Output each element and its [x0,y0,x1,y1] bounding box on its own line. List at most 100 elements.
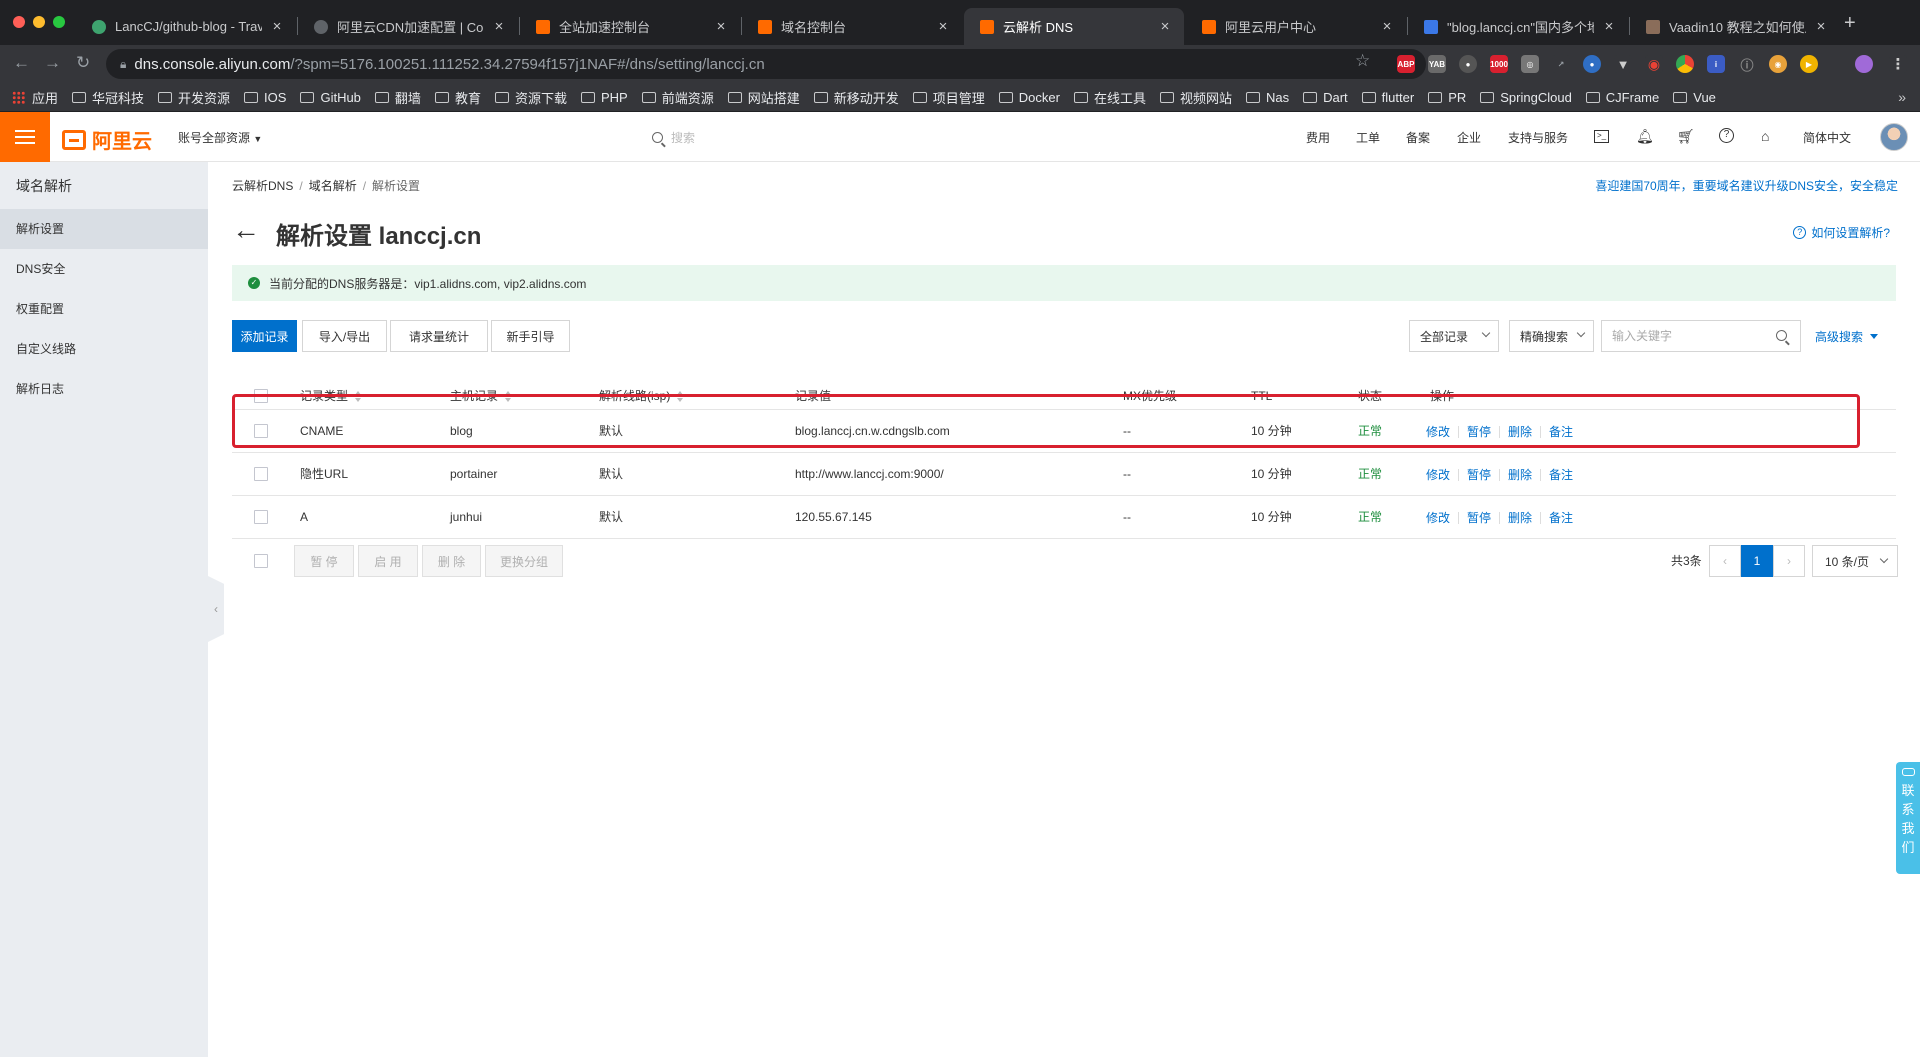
batch-pause-button[interactable]: 暂 停 [294,545,354,577]
pause-link[interactable]: 暂停 [1467,423,1491,440]
sidebar-item-custom-lines[interactable]: 自定义线路 [0,329,208,369]
bookmark-folder[interactable]: 华冠科技 [72,88,144,107]
help-icon[interactable]: ? [1719,128,1734,143]
remark-link[interactable]: 备注 [1549,466,1573,483]
bookmark-folder[interactable]: 翻墙 [374,88,421,107]
address-bar[interactable]: 🔒︎ dns.console.aliyun.com/?spm=5176.1002… [106,49,1426,79]
breadcrumb-item[interactable]: 云解析DNS [232,179,293,193]
page-number-button[interactable]: 1 [1741,545,1773,577]
extension-icon[interactable]: i [1707,55,1725,73]
global-search[interactable]: 搜索 [652,129,695,146]
sort-icon[interactable] [677,391,684,403]
bookmark-folder[interactable]: Nas [1245,90,1289,105]
new-tab-icon[interactable]: + [1844,12,1856,35]
remark-link[interactable]: 备注 [1549,509,1573,526]
sort-icon[interactable] [505,391,512,403]
browser-tab-active[interactable]: 云解析 DNS × [964,8,1184,45]
bookmark-folder[interactable]: Docker [998,90,1060,105]
aliyun-logo[interactable]: 阿里云 [62,125,152,154]
footer-select-all-checkbox[interactable] [254,554,268,568]
home-icon[interactable]: ⌂ [1761,128,1769,144]
close-tab-icon[interactable]: × [936,18,950,35]
close-tab-icon[interactable]: × [1158,18,1172,35]
extension-icon[interactable]: ◎ [1521,55,1539,73]
bookmark-folder[interactable]: PHP [580,90,628,105]
pause-link[interactable]: 暂停 [1467,509,1491,526]
cart-icon[interactable]: 🛒︎ [1677,128,1695,145]
bell-icon[interactable]: 🔔︎ [1636,128,1654,145]
pause-link[interactable]: 暂停 [1467,466,1491,483]
menu-dots-icon[interactable]: ⋮ [1889,55,1907,73]
extension-icon[interactable]: ● [1583,55,1601,73]
close-tab-icon[interactable]: × [714,18,728,35]
nav-link-enterprise[interactable]: 企业 [1457,129,1481,146]
browser-tab[interactable]: 全站加速控制台 × [520,8,740,45]
browser-tab[interactable]: "blog.lanccj.cn"国内多个地 × [1408,8,1628,45]
batch-enable-button[interactable]: 启 用 [358,545,418,577]
column-header-host[interactable]: 主机记录 [450,367,512,410]
nav-link-support[interactable]: 支持与服务 [1508,129,1568,146]
close-tab-icon[interactable]: × [1380,18,1394,35]
close-tab-icon[interactable]: × [270,18,284,35]
edit-link[interactable]: 修改 [1426,509,1450,526]
bookmark-folder[interactable]: flutter [1361,90,1414,105]
sidebar-item-dns-security[interactable]: DNS安全 [0,249,208,289]
contact-us-tab[interactable]: 联 系 我 们 [1896,762,1920,874]
bookmark-folder[interactable]: 新移动开发 [813,88,899,107]
delete-link[interactable]: 删除 [1508,509,1532,526]
back-arrow-icon[interactable]: ← [13,53,30,73]
forward-arrow-icon[interactable]: → [44,53,61,73]
delete-link[interactable]: 删除 [1508,423,1532,440]
yab-extension-icon[interactable]: YAB [1428,55,1446,73]
close-window-button[interactable] [13,16,25,28]
vue-devtools-icon[interactable]: ▼ [1614,55,1632,73]
prev-page-button[interactable]: ‹ [1709,545,1741,577]
row-checkbox[interactable] [254,510,268,524]
howto-help-link[interactable]: ? 如何设置解析? [1793,224,1890,241]
maximize-window-button[interactable] [53,16,65,28]
select-all-checkbox[interactable] [254,389,268,403]
bookmark-folder[interactable]: 资源下载 [494,88,567,107]
bookmark-folder[interactable]: 网站搭建 [727,88,800,107]
menu-hamburger-icon[interactable] [0,112,50,162]
bookmark-folder[interactable]: Dart [1303,90,1348,105]
sidebar-item-logs[interactable]: 解析日志 [0,369,208,409]
bookmark-folder[interactable]: 教育 [434,88,481,107]
request-stats-button[interactable]: 请求量统计 [390,320,488,352]
extension-icon[interactable]: 1000 [1490,55,1508,73]
nav-link-icp[interactable]: 备案 [1406,129,1430,146]
close-tab-icon[interactable]: × [492,18,506,35]
bookmark-folder[interactable]: 项目管理 [912,88,985,107]
close-tab-icon[interactable]: × [1602,18,1616,35]
adblock-extension-icon[interactable]: ABP [1397,55,1415,73]
bookmark-folder[interactable]: IOS [244,90,286,105]
bookmark-folder[interactable]: GitHub [300,90,361,105]
record-filter-select[interactable]: 全部记录 [1409,320,1499,352]
next-page-button[interactable]: › [1773,545,1805,577]
edit-link[interactable]: 修改 [1426,466,1450,483]
bookmark-folder[interactable]: Vue [1673,90,1716,105]
batch-delete-button[interactable]: 删 除 [422,545,481,577]
bookmark-folder[interactable]: CJFrame [1585,90,1659,105]
browser-tab[interactable]: 阿里云用户中心 × [1186,8,1406,45]
bookmark-folder[interactable]: SpringCloud [1480,90,1572,105]
bookmark-folder[interactable]: 视频网站 [1159,88,1232,107]
nav-link-tickets[interactable]: 工单 [1356,129,1380,146]
extension-icon[interactable]: ◉ [1645,55,1663,73]
change-group-button[interactable]: 更换分组 [485,545,563,577]
bookmark-folder[interactable]: 在线工具 [1073,88,1146,107]
delete-link[interactable]: 删除 [1508,466,1532,483]
row-checkbox[interactable] [254,424,268,438]
back-arrow-icon[interactable]: ← [232,214,260,246]
terminal-icon[interactable]: >_ [1594,130,1609,143]
advanced-search-toggle[interactable]: 高级搜索 [1815,328,1879,345]
breadcrumb-item[interactable]: 域名解析 [309,179,357,193]
remark-link[interactable]: 备注 [1549,423,1573,440]
sidebar-item-dns-settings[interactable]: 解析设置 [0,209,208,249]
user-avatar[interactable] [1880,123,1908,151]
extension-icon[interactable]: ● [1459,55,1477,73]
browser-tab[interactable]: Vaadin10 教程之如何使用Ap × [1630,8,1840,45]
sort-icon[interactable] [355,391,362,403]
search-mode-select[interactable]: 精确搜索 [1509,320,1594,352]
bookmark-folder[interactable]: PR [1428,90,1466,105]
